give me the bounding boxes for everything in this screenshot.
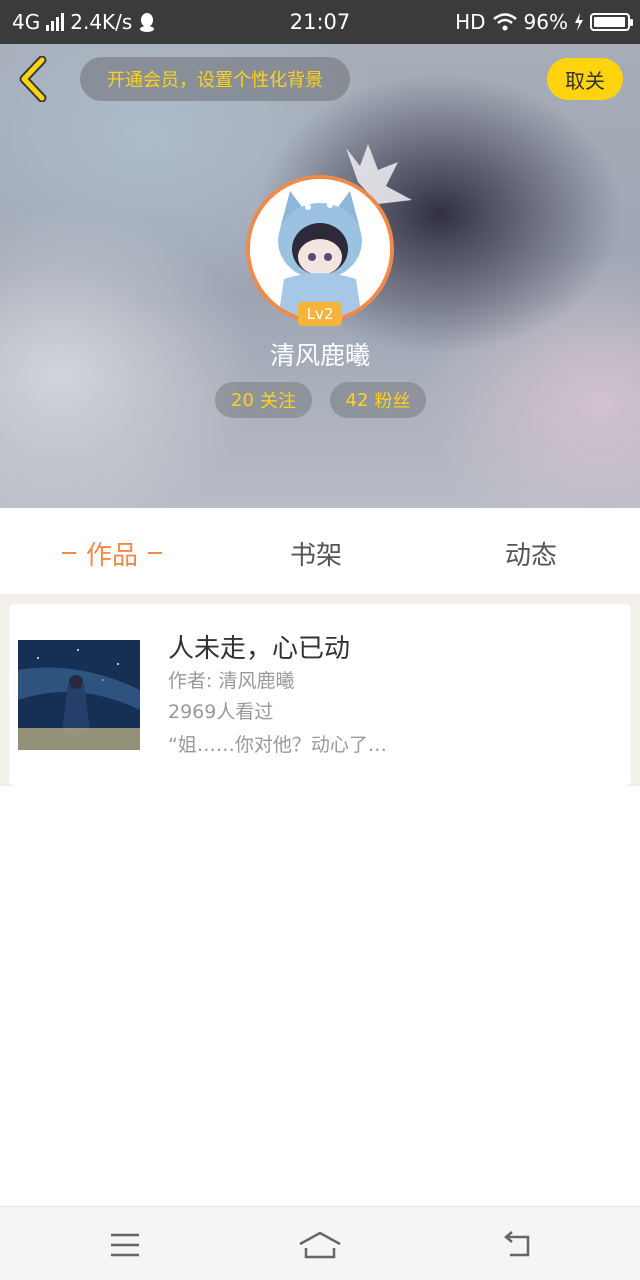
- battery-fill: [594, 17, 625, 27]
- username: 清风鹿曦: [269, 341, 370, 370]
- tab-active-indicator-right: [148, 552, 163, 554]
- vip-background-banner[interactable]: 开通会员，设置个性化背景: [80, 57, 350, 101]
- status-bar: 4G 2.4K/s 21:07 HD 96%: [0, 0, 640, 44]
- profile-screen: 4G 2.4K/s 21:07 HD 96% 开通会员，设置个性化背景 取关 L…: [0, 0, 640, 1280]
- battery-percent: 96%: [523, 10, 568, 34]
- charging-icon: [575, 13, 583, 31]
- book-author: 作者: 清风鹿曦: [168, 670, 295, 692]
- book-cover-image: [18, 640, 140, 750]
- system-nav-bar: [0, 1206, 640, 1280]
- fans-count-button[interactable]: 42 粉丝: [330, 382, 426, 418]
- book-title[interactable]: 人未走，心已动: [168, 628, 350, 665]
- chevron-left-icon[interactable]: [14, 56, 54, 102]
- wifi-icon: [492, 13, 517, 31]
- avatar-frame: [246, 175, 394, 323]
- tab-active-indicator-left: [62, 552, 76, 554]
- battery-icon: [590, 13, 633, 31]
- back-icon[interactable]: [485, 1225, 545, 1265]
- fans-count: 42: [345, 389, 369, 411]
- tab-bookshelf[interactable]: 书架: [290, 536, 342, 571]
- following-count-button[interactable]: 20 关注: [215, 382, 312, 418]
- tab-works[interactable]: 作品: [52, 536, 172, 571]
- following-label: 关注: [259, 391, 296, 412]
- following-count: 20: [231, 389, 254, 411]
- book-views: 2969人看过: [168, 701, 274, 723]
- menu-icon[interactable]: [95, 1225, 155, 1265]
- book-excerpt: “姐……你对他？动心了…: [168, 734, 387, 756]
- book-cover[interactable]: [18, 640, 140, 750]
- hd-indicator: HD: [455, 10, 486, 34]
- tab-works-label: 作品: [86, 540, 139, 571]
- avatar[interactable]: [246, 175, 394, 323]
- level-badge: Lv2: [298, 302, 342, 326]
- profile-tabs: 作品 书架 动态: [0, 508, 640, 594]
- fans-label: 粉丝: [374, 391, 411, 412]
- avatar-image: [250, 179, 390, 319]
- unfollow-button[interactable]: 取关: [547, 58, 623, 100]
- home-icon[interactable]: [290, 1225, 350, 1265]
- tab-dynamics[interactable]: 动态: [505, 536, 557, 571]
- status-right: HD 96%: [455, 10, 633, 34]
